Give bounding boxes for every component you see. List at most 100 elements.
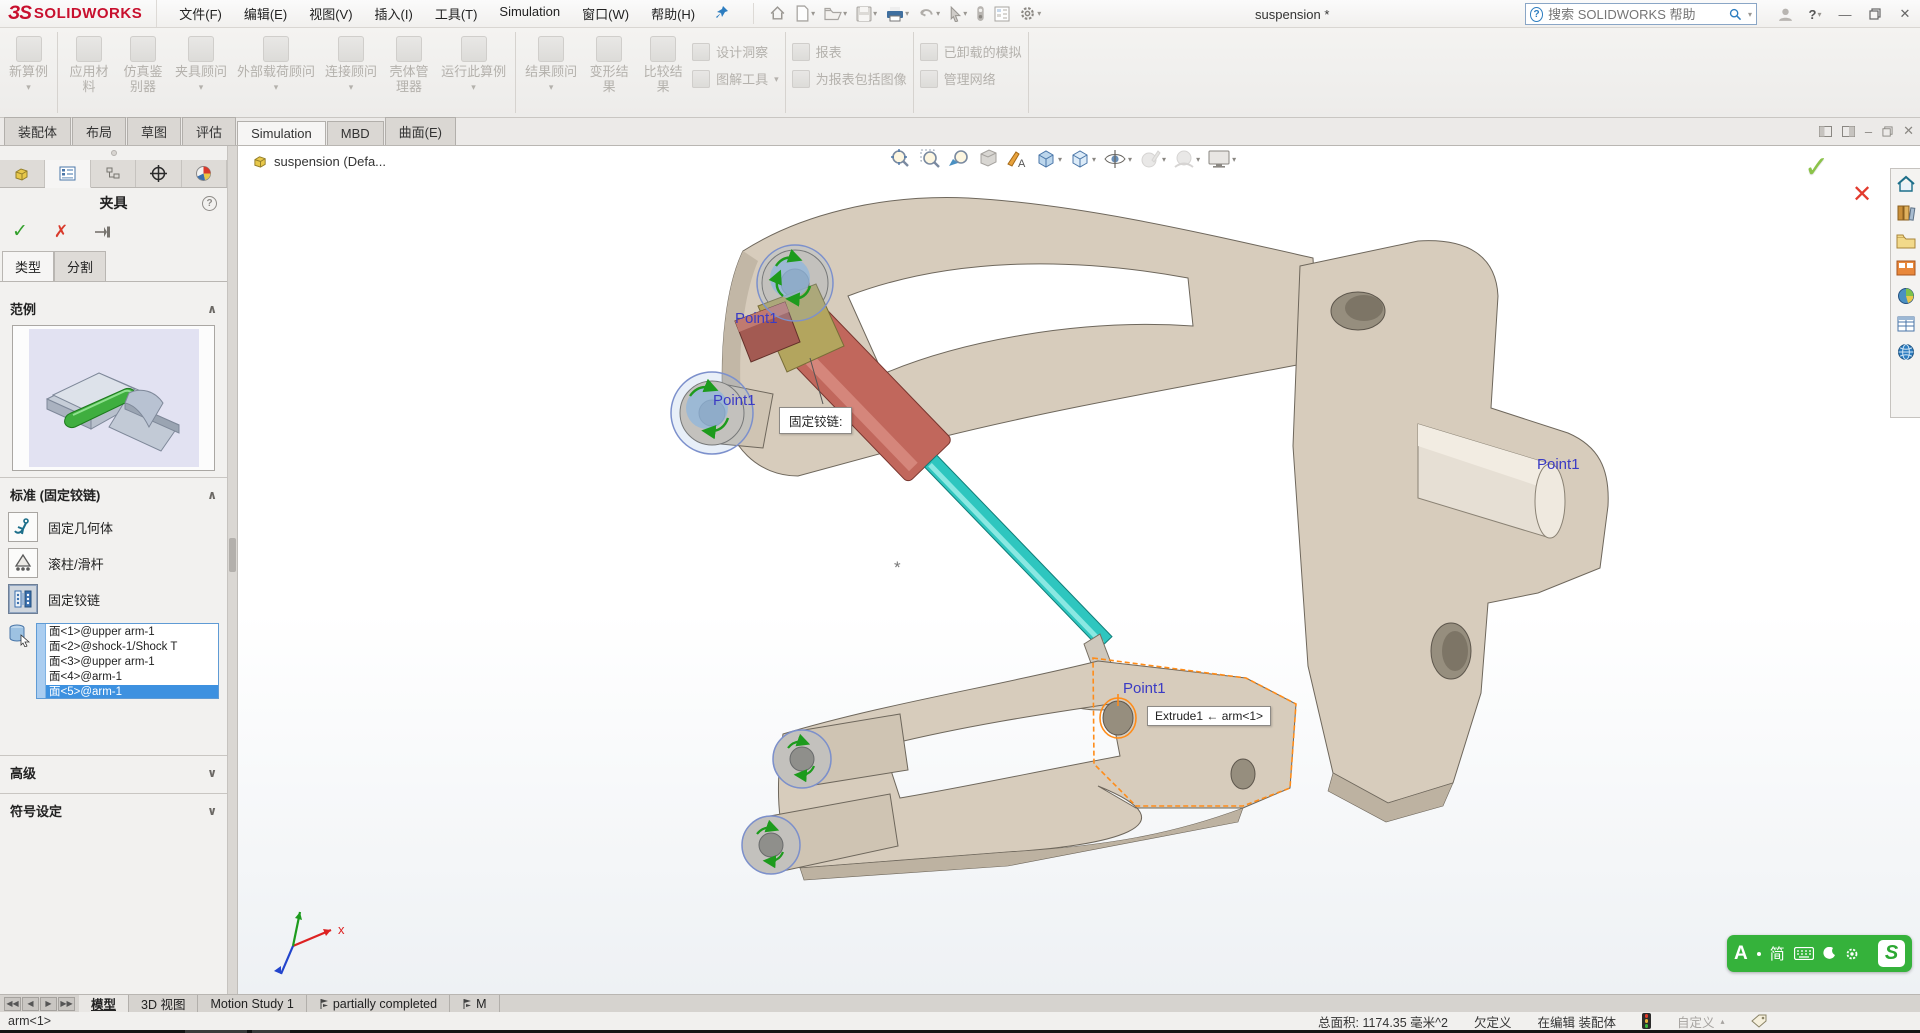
collapse-chevron-icon[interactable]: ∧ [207, 302, 217, 316]
dropdown-arrow-icon[interactable]: ▾ [1748, 10, 1752, 19]
edit-appearance-icon[interactable]: ▾ [1139, 148, 1166, 170]
dropdown-arrow-icon[interactable]: ▾ [26, 82, 31, 92]
selection-item[interactable]: 面<2>@shock-1/Shock T [46, 640, 218, 655]
collapse-chevron-icon[interactable]: ∧ [207, 488, 217, 502]
dropdown-arrow-icon[interactable]: ▾ [936, 9, 940, 18]
deformed-result-button[interactable]: 变形结果 [584, 34, 634, 97]
selection-filter-toggle[interactable] [973, 3, 988, 24]
shell-manager-button[interactable]: 壳体管理器 [384, 34, 434, 97]
expand-chevron-icon[interactable]: ∨ [207, 766, 217, 780]
tab-assembly[interactable]: 装配体 [4, 117, 71, 145]
print-button[interactable]: ▾ [883, 4, 912, 24]
open-document-button[interactable]: ▾ [821, 4, 850, 23]
display-style-icon[interactable]: ▾ [1069, 148, 1096, 170]
model-tab[interactable]: 模型 [79, 995, 129, 1012]
menu-help[interactable]: 帮助(H) [641, 0, 705, 27]
roller-slider-item[interactable]: 滚柱/滑杆 [0, 545, 227, 581]
zoom-to-fit-icon[interactable] [890, 148, 912, 170]
ok-check-icon[interactable]: ✓ [12, 220, 28, 243]
ime-toolbar[interactable]: A 简 S [1727, 935, 1912, 972]
scroll-last-icon[interactable]: ▶▶ [58, 997, 75, 1011]
home-button[interactable] [766, 3, 789, 24]
doc-minimize-icon[interactable]: – [1865, 124, 1872, 139]
dropdown-arrow-icon[interactable]: ▾ [1196, 155, 1200, 164]
restore-button[interactable] [1860, 0, 1890, 28]
selection-item[interactable]: 面<1>@upper arm-1 [46, 625, 218, 640]
dropdown-arrow-icon[interactable]: ▾ [963, 9, 967, 18]
status-custom-toolbar[interactable]: 自定义▴ [1677, 1012, 1725, 1031]
confirmation-ok-icon[interactable]: ✓ [1804, 150, 1829, 185]
report-button[interactable]: 报表 [792, 42, 907, 61]
appearances-scenes-icon[interactable] [1897, 287, 1915, 305]
compare-results-button[interactable]: 比较结果 [638, 34, 688, 97]
menu-view[interactable]: 视图(V) [299, 0, 362, 27]
dropdown-arrow-icon[interactable]: ▾ [1128, 155, 1132, 164]
view-settings-icon[interactable]: ▾ [1207, 148, 1236, 170]
ime-language-indicator[interactable]: 简 [1770, 943, 1785, 964]
menu-tools[interactable]: 工具(T) [425, 0, 488, 27]
dropdown-arrow-icon[interactable]: ▾ [1037, 9, 1041, 18]
pin-menu-icon[interactable] [715, 5, 729, 22]
dropdown-arrow-icon[interactable]: ▾ [774, 74, 779, 85]
ime-keyboard-icon[interactable] [1794, 947, 1814, 960]
example-section-header[interactable]: 范例 ∧ [0, 292, 227, 323]
doc-close-icon[interactable]: ✕ [1903, 123, 1914, 139]
sogou-logo[interactable]: S [1878, 940, 1905, 967]
3d-views-tab[interactable]: 3D 视图 [129, 995, 198, 1012]
custom-properties-icon[interactable] [1897, 316, 1915, 332]
selection-item[interactable]: 面<4>@arm-1 [46, 670, 218, 685]
feature-manager-tab[interactable] [0, 160, 45, 187]
save-button[interactable]: ▾ [853, 4, 880, 24]
menu-simulation[interactable]: Simulation [489, 0, 570, 27]
external-loads-advisor-button[interactable]: 外部载荷顾问 ▾ [234, 34, 318, 94]
design-library-icon[interactable] [1896, 204, 1916, 222]
fixtures-advisor-button[interactable]: 夹具顾问 ▾ [172, 34, 230, 94]
search-input[interactable] [1548, 7, 1724, 22]
dropdown-arrow-icon[interactable]: ▾ [811, 9, 815, 18]
traffic-light-icon[interactable] [1642, 1013, 1651, 1029]
tab-mbd[interactable]: MBD [327, 121, 384, 145]
ime-mode-indicator[interactable]: A [1734, 943, 1748, 965]
doc-restore-icon[interactable] [1882, 126, 1893, 137]
property-manager-tab[interactable] [45, 160, 90, 188]
selection-item-selected[interactable]: 面<5>@arm-1 [46, 685, 218, 698]
undo-button[interactable]: ▾ [915, 4, 943, 23]
run-study-button[interactable]: 运行此算例 ▾ [438, 34, 509, 94]
view-orientation-icon[interactable]: ▾ [1035, 148, 1062, 170]
pane-right-icon[interactable] [1842, 126, 1855, 137]
dropdown-arrow-icon[interactable]: ▾ [873, 9, 877, 18]
solidworks-forum-icon[interactable] [1897, 343, 1915, 361]
include-image-for-report-button[interactable]: 为报表包括图像 [792, 69, 907, 88]
panel-collapse-grip[interactable] [0, 146, 227, 160]
help-icon[interactable]: ? [202, 196, 217, 211]
search-icon[interactable] [1729, 7, 1742, 22]
close-button[interactable]: ✕ [1890, 0, 1920, 28]
zoom-to-area-icon[interactable] [919, 148, 941, 170]
menu-window[interactable]: 窗口(W) [572, 0, 639, 27]
symbol-settings-section-header[interactable]: 符号设定 ∨ [0, 793, 227, 825]
display-manager-tab[interactable] [182, 160, 227, 187]
split-subtab[interactable]: 分割 [54, 251, 106, 281]
help-search[interactable]: ? ▾ [1525, 3, 1757, 25]
properties-button[interactable] [991, 4, 1013, 24]
design-insight-button[interactable]: 设计洞察 [692, 42, 779, 61]
dropdown-arrow-icon[interactable]: ▾ [905, 9, 909, 18]
scroll-next-icon[interactable]: ▶ [40, 997, 57, 1011]
configuration-manager-tab[interactable] [91, 160, 136, 187]
options-gear-button[interactable]: ▾ [1016, 3, 1044, 24]
expand-chevron-icon[interactable]: ∨ [207, 804, 217, 818]
minimize-button[interactable]: — [1830, 0, 1860, 28]
dropdown-arrow-icon[interactable]: ▾ [349, 82, 354, 92]
new-study-button[interactable]: 新算例 ▾ [6, 34, 51, 94]
fixed-hinge-item[interactable]: 固定铰链 [0, 581, 227, 617]
type-subtab[interactable]: 类型 [2, 251, 54, 281]
motion-study-m-tab[interactable]: M [450, 995, 499, 1012]
selection-listbox[interactable]: 面<1>@upper arm-1 面<2>@shock-1/Shock T 面<… [36, 623, 219, 699]
feature-tree-root[interactable]: suspension (Defa... [252, 154, 386, 169]
previous-view-icon[interactable] [948, 148, 970, 170]
tab-evaluate[interactable]: 评估 [182, 117, 236, 145]
dimxpert-manager-tab[interactable] [136, 160, 181, 187]
hide-show-items-icon[interactable]: ▾ [1103, 148, 1132, 170]
motion-study-tab[interactable]: Motion Study 1 [198, 995, 306, 1012]
file-explorer-icon[interactable] [1896, 233, 1916, 249]
